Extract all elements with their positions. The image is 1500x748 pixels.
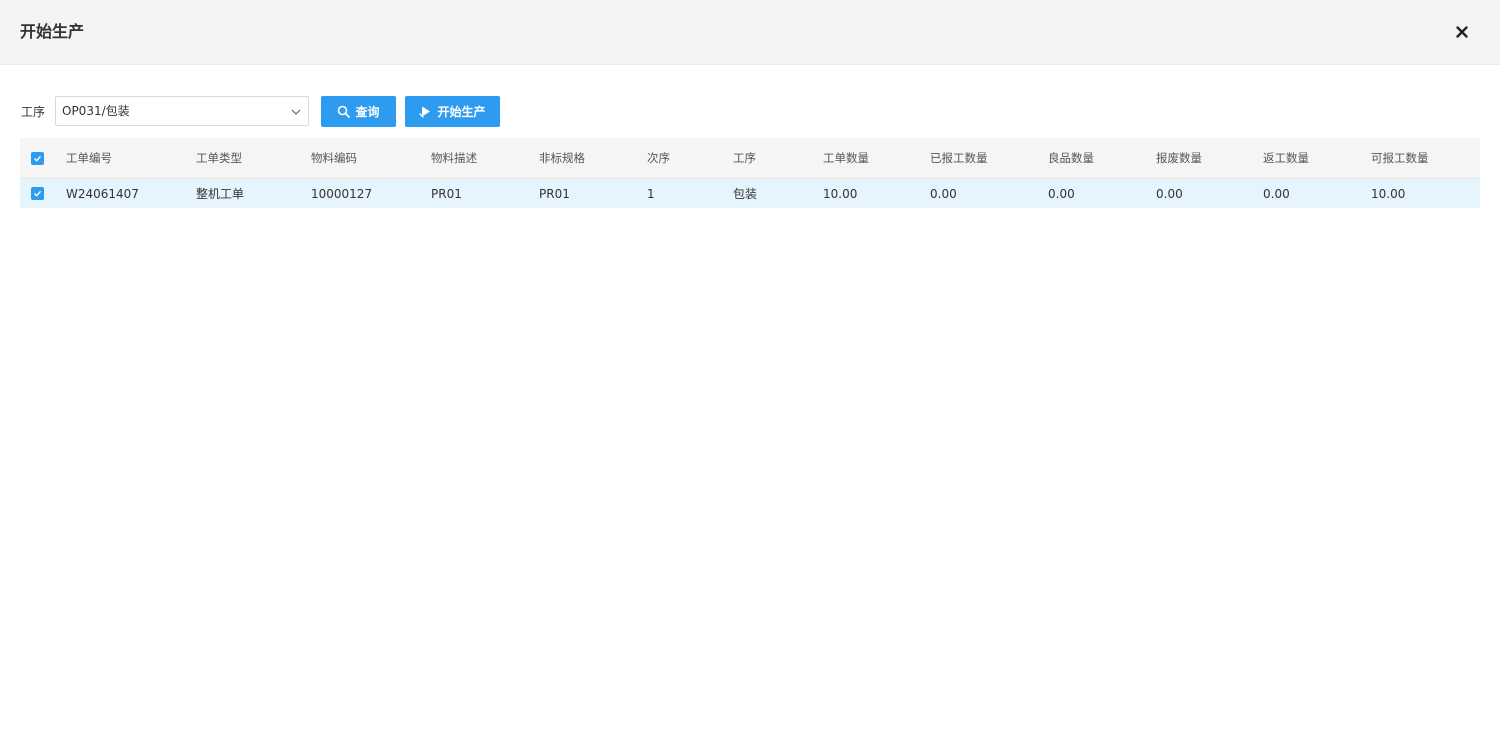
table-cell: 10.00 [823, 186, 858, 201]
table-cell: 0.00 [930, 186, 957, 201]
column-header[interactable]: 已报工数量 [930, 138, 988, 178]
table-cell: 0.00 [1263, 186, 1290, 201]
start-production-button-label: 开始生产 [437, 105, 486, 119]
process-select-value: OP031/包装 [62, 104, 130, 118]
select-all-cell [31, 138, 44, 178]
table-cell: PR01 [431, 186, 462, 201]
table-cell: 整机工单 [196, 187, 245, 201]
column-header[interactable]: 工序 [733, 138, 756, 178]
process-select[interactable]: OP031/包装 [55, 96, 309, 126]
table-row[interactable]: W24061407 整机工单 10000127 PR01 PR01 1 包装 1… [20, 179, 1480, 208]
column-header[interactable]: 返工数量 [1263, 138, 1309, 178]
query-button[interactable]: 查询 [321, 96, 396, 127]
row-checkbox[interactable] [31, 187, 44, 200]
search-icon [337, 105, 351, 118]
play-icon [419, 105, 432, 118]
column-header[interactable]: 工单数量 [823, 138, 869, 178]
close-button[interactable] [1452, 22, 1472, 42]
table-cell: 0.00 [1048, 186, 1075, 201]
table-cell: 10.00 [1371, 186, 1406, 201]
column-header[interactable]: 非标规格 [539, 138, 585, 178]
column-header[interactable]: 报废数量 [1156, 138, 1202, 178]
work-order-table: 工单编号 工单类型 物料编码 物料描述 非标规格 次序 工序 工单数量 已报工数… [20, 138, 1480, 208]
dialog-title: 开始生产 [20, 22, 85, 41]
process-label: 工序 [21, 105, 46, 119]
column-header[interactable]: 物料描述 [431, 138, 477, 178]
table-cell: 1 [647, 186, 655, 201]
column-header[interactable]: 次序 [647, 138, 670, 178]
column-header[interactable]: 物料编码 [311, 138, 357, 178]
column-header[interactable]: 可报工数量 [1371, 138, 1429, 178]
table-header: 工单编号 工单类型 物料编码 物料描述 非标规格 次序 工序 工单数量 已报工数… [20, 138, 1480, 179]
start-production-button[interactable]: 开始生产 [405, 96, 500, 127]
dialog-header: 开始生产 [0, 0, 1500, 65]
select-all-checkbox[interactable] [31, 151, 44, 165]
table-cell: 10000127 [311, 186, 373, 201]
query-button-label: 查询 [355, 105, 380, 119]
check-icon [34, 190, 42, 197]
check-icon [34, 155, 42, 162]
row-select-cell [31, 179, 44, 208]
table-cell: W24061407 [66, 186, 139, 201]
close-icon [1456, 26, 1468, 38]
start-production-dialog: 开始生产 工序 OP031/包装 查询 开始生产 工单编号 工单类型 物料编码 … [0, 0, 1500, 748]
column-header[interactable]: 工单类型 [196, 138, 242, 178]
table-cell: 包装 [733, 187, 758, 201]
table-cell: PR01 [539, 186, 570, 201]
table-cell: 0.00 [1156, 186, 1183, 201]
column-header[interactable]: 良品数量 [1048, 138, 1094, 178]
chevron-down-icon [291, 109, 301, 115]
column-header[interactable]: 工单编号 [66, 138, 112, 178]
